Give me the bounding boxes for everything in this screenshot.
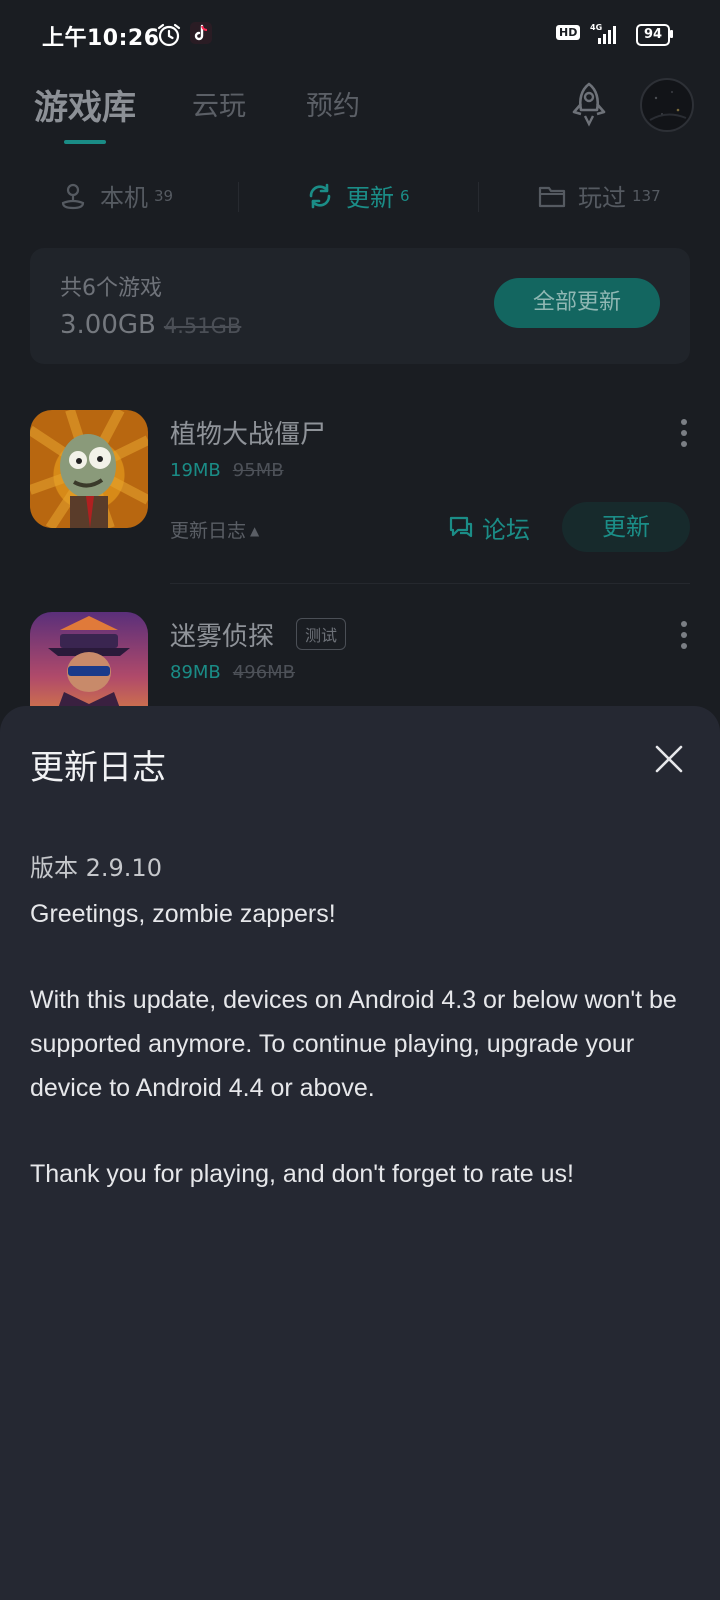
changelog-paragraph: Thank you for playing, and don't forget … [30, 1160, 574, 1188]
changelog-paragraph: Greetings, zombie zappers! [30, 900, 336, 928]
changelog-sheet: 更新日志 版本 2.9.10 Greetings, zombie zappers… [0, 706, 720, 1600]
changelog-paragraph: With this update, devices on Android 4.3… [30, 986, 677, 1102]
version-label: 版本 2.9.10 [30, 854, 162, 882]
sheet-title: 更新日志 [30, 748, 166, 788]
close-icon[interactable] [652, 742, 686, 776]
